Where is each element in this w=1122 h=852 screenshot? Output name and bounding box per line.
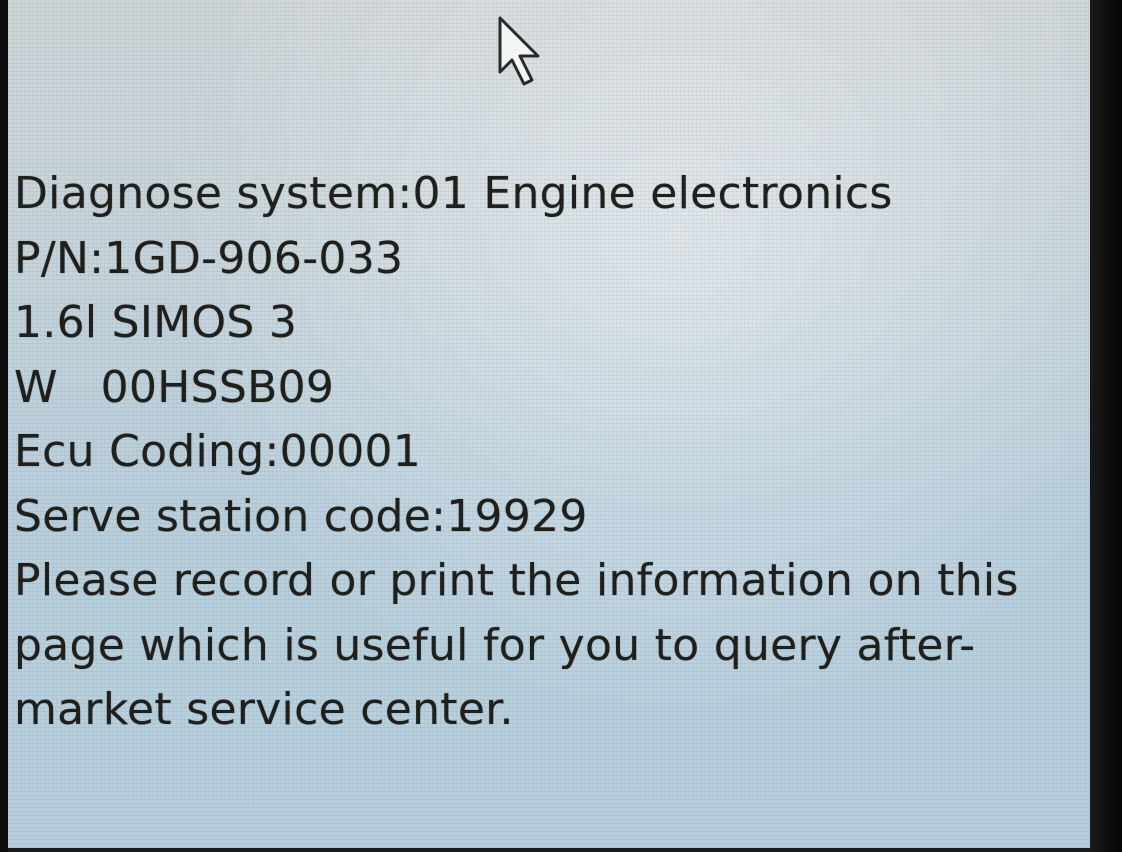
notice-line-3: market service center. bbox=[14, 684, 514, 735]
part-number-line: P/N:1GD-906-033 bbox=[14, 232, 404, 284]
device-bezel-bottom bbox=[8, 848, 1090, 852]
notice-line-1: Please record or print the information o… bbox=[14, 555, 1019, 606]
engine-type-line: 1.6l SIMOS 3 bbox=[14, 297, 298, 348]
ecu-coding-line: Ecu Coding:00001 bbox=[14, 426, 422, 477]
mouse-pointer-icon bbox=[498, 16, 540, 86]
notice-line-2: page which is useful for you to query af… bbox=[14, 619, 976, 671]
ecu-info-panel: Diagnose system:01 Engine electronics P/… bbox=[14, 162, 1090, 743]
service-station-code-line: Serve station code:19929 bbox=[14, 490, 588, 542]
diagnose-system-line: Diagnose system:01 Engine electronics bbox=[14, 168, 893, 219]
diagnostic-screen: Diagnose system:01 Engine electronics P/… bbox=[8, 0, 1090, 852]
software-version-line: W 00HSSB09 bbox=[14, 361, 335, 413]
device-bezel-right bbox=[1090, 0, 1122, 852]
